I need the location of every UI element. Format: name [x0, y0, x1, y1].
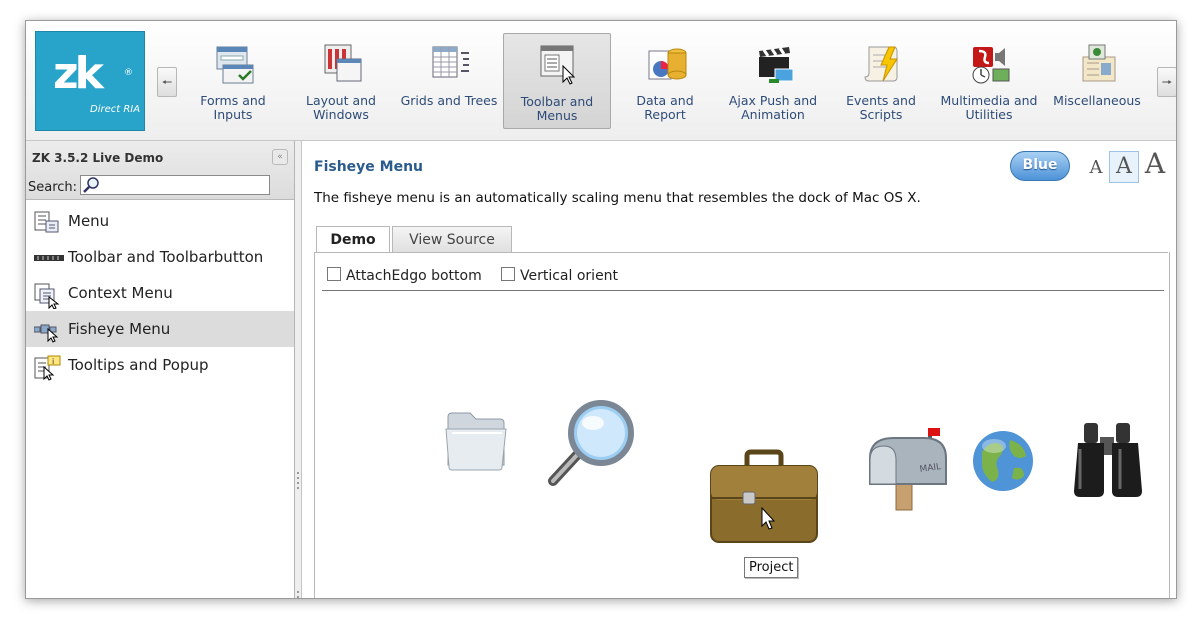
menu-icon	[34, 211, 59, 233]
fisheye-tooltip: Project	[744, 557, 799, 578]
fisheye-folder-icon[interactable]	[442, 407, 512, 473]
multimedia-icon	[972, 47, 1010, 84]
tab-view-source[interactable]: View Source	[392, 226, 512, 252]
page-description: The fisheye menu is an automatically sca…	[314, 190, 921, 206]
demo-sidebar: ZK 3.5.2 Live Demo « Search: Menu Toolba…	[26, 141, 295, 598]
fisheye-binoculars-icon[interactable]	[1070, 419, 1146, 499]
search-icon	[83, 177, 99, 193]
sidebar-title: ZK 3.5.2 Live Demo	[32, 151, 164, 165]
demo-content: Fisheye Menu The fisheye menu is an auto…	[302, 141, 1176, 598]
attach-edge-option[interactable]: AttachEdgo bottom	[327, 267, 482, 284]
tooltip-icon: i	[34, 355, 61, 381]
arrow-right-icon: 🠖	[1161, 75, 1173, 89]
misc-icon	[1082, 44, 1116, 82]
font-size-medium-button[interactable]: A	[1109, 151, 1139, 183]
category-events-scripts[interactable]: Events and Scripts	[828, 33, 934, 129]
clapperboard-icon	[759, 47, 794, 83]
category-data-report[interactable]: Data and Report	[612, 33, 718, 129]
category-miscellaneous[interactable]: Miscellaneous	[1044, 33, 1150, 129]
vertical-orient-option[interactable]: Vertical orient	[501, 267, 618, 284]
font-size-large-button[interactable]: A	[1141, 147, 1169, 181]
collapse-button[interactable]: «	[272, 149, 288, 165]
category-toolbar: zk ® Direct RIA 🠔 Forms and Inputs Layou…	[26, 21, 1176, 141]
fisheye-search-icon[interactable]	[545, 397, 645, 489]
sidebar-item-menu[interactable]: Menu	[26, 203, 294, 239]
sidebar-splitter[interactable]	[295, 141, 302, 598]
sidebar-item-tooltips-popup[interactable]: i Tooltips and Popup	[26, 347, 294, 383]
scroll-left-button[interactable]: 🠔	[157, 67, 177, 97]
category-ajax-push-animation[interactable]: Ajax Push and Animation	[720, 33, 826, 129]
svg-text:i: i	[52, 357, 54, 366]
fisheye-mailbox-icon[interactable]: MAIL	[862, 426, 952, 512]
sidebar-header: ZK 3.5.2 Live Demo « Search:	[26, 141, 294, 200]
double-chevron-left-icon: «	[277, 152, 283, 162]
sidebar-item-fisheye-menu[interactable]: Fisheye Menu	[26, 311, 294, 347]
vertical-orient-checkbox[interactable]	[501, 267, 515, 281]
category-toolbar-menus[interactable]: Toolbar and Menus	[503, 33, 611, 129]
font-size-small-button[interactable]: A	[1087, 156, 1105, 180]
search-input[interactable]	[80, 175, 270, 195]
fisheye-menu-icon	[34, 324, 59, 343]
category-grids-trees[interactable]: Grids and Trees	[396, 33, 502, 129]
page-title: Fisheye Menu	[314, 159, 424, 175]
zk-logo: zk ® Direct RIA	[35, 31, 145, 131]
grid-icon	[432, 46, 469, 78]
app-window: zk ® Direct RIA 🠔 Forms and Inputs Layou…	[25, 20, 1177, 599]
script-icon	[864, 46, 898, 82]
menu-icon	[540, 45, 576, 85]
fisheye-briefcase-icon[interactable]	[707, 448, 822, 546]
sidebar-item-context-menu[interactable]: Context Menu	[26, 275, 294, 311]
attach-edge-checkbox[interactable]	[327, 267, 341, 281]
theme-button[interactable]: Blue	[1010, 151, 1070, 181]
context-menu-icon	[34, 283, 60, 309]
forms-icon	[216, 46, 254, 84]
category-forms-inputs[interactable]: Forms and Inputs	[180, 33, 286, 129]
tab-demo[interactable]: Demo	[316, 226, 390, 253]
toolbar-icon	[34, 255, 64, 261]
database-icon	[648, 48, 687, 80]
category-multimedia-utilities[interactable]: Multimedia and Utilities	[936, 33, 1042, 129]
arrow-left-icon: 🠔	[161, 75, 173, 89]
category-layout-windows[interactable]: Layout and Windows	[288, 33, 394, 129]
fisheye-globe-icon[interactable]	[970, 428, 1036, 494]
search-label: Search:	[28, 180, 78, 195]
layout-icon	[324, 44, 362, 82]
scroll-right-button[interactable]: 🠖	[1157, 67, 1176, 97]
sidebar-item-toolbar[interactable]: Toolbar and Toolbarbutton	[26, 239, 294, 275]
